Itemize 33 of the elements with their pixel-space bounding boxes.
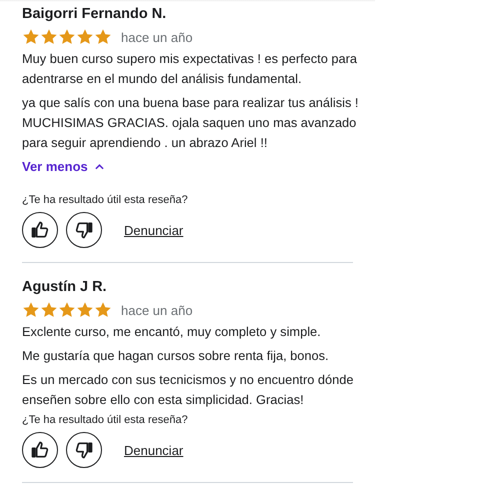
reviewer-name: Agustín J R. [22,278,108,297]
star-icon [22,28,40,46]
helpful-question: ¿Te ha resultado útil esta reseña? [22,194,189,206]
thumbs-down-icon [74,220,94,240]
thumbs-down-icon [74,440,94,460]
star-icon [58,301,76,319]
show-less-link[interactable]: Ver menos [22,159,104,174]
review-text: Exclente curso, me encantó, muy completo y simple. [22,323,322,341]
star-icon [40,301,58,319]
thumbs-down-button[interactable] [66,432,102,468]
thumbs-up-button[interactable] [22,212,58,248]
review-text: Es un mercado con sus tecnicismos y no encuentro dónde enseñen sobre ello con esta simplicidad. Gracias! [22,371,354,409]
review-date: hace un año [121,30,193,44]
report-link[interactable]: Denunciar [124,222,184,238]
review-text: Muy buen curso supero mis expectativas ! es perfecto para adentrarse en el mundo del análisis fundamental. [22,50,358,88]
star-icon [40,28,58,46]
star-icon [22,301,40,319]
thumbs-up-icon [30,440,50,460]
review-date: hace un año [121,302,193,318]
star-icon [76,28,94,46]
thumbs-up-icon [30,220,50,240]
thumbs-up-button[interactable] [22,432,58,468]
helpful-question: ¿Te ha resultado útil esta reseña? [22,414,189,426]
reviewer-name: Baigorri Fernando N. [22,5,168,24]
report-link[interactable]: Denunciar [124,442,184,458]
caret-icon [94,164,104,170]
star-icon [94,301,112,319]
star-icon [76,301,94,319]
review-text: Me gustaría que hagan cursos sobre renta fija, bonos. [22,347,330,365]
thumbs-down-button[interactable] [66,212,102,248]
star-icon [94,28,112,46]
star-icon [58,28,76,46]
review-text: ya que salís con una buena base para realizar tus análisis ! MUCHISIMAS GRACIAS. ojala saquen uno mas avanzado para seguir aprendiendo . un abrazo Ariel !! [22,94,360,152]
